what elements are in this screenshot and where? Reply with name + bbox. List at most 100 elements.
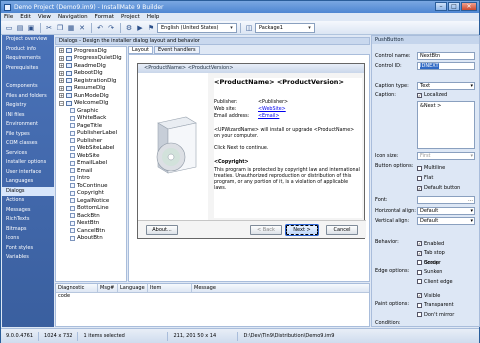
caption-type-select[interactable]: Text ▾ (417, 82, 475, 90)
cut-icon[interactable]: ✂ (44, 23, 54, 33)
menu-navigation[interactable]: Navigation (58, 14, 88, 20)
tab-event-handlers[interactable]: Event handlers (154, 46, 200, 54)
minimize-button[interactable]: – (435, 2, 447, 11)
nav-item-components[interactable]: Components (2, 82, 54, 92)
tree-item[interactable]: WebSiteLabel (56, 145, 126, 153)
nav-item-messages[interactable]: Messages (2, 206, 54, 216)
tree-item[interactable]: + ProgressDlg (56, 47, 126, 55)
enabled-checkbox[interactable]: ✓ Enabled (417, 239, 445, 249)
halign-select[interactable]: Default ▾ (417, 207, 475, 215)
package-select[interactable]: Package1 ▾ (255, 22, 315, 33)
tree-item[interactable]: + RegistrationDlg (56, 77, 126, 85)
close-button[interactable]: ✕ (461, 2, 477, 11)
control-name-input[interactable]: NextBtn (417, 52, 475, 60)
tree-item[interactable]: WebSite (56, 152, 126, 160)
valign-select[interactable]: Default ▾ (417, 217, 475, 225)
tree-item[interactable]: PublisherLabel (56, 130, 126, 138)
tree-item[interactable]: + ProgressQuietDlg (56, 55, 126, 63)
about-button[interactable]: About... (146, 225, 178, 235)
nav-item-richtexts[interactable]: RichTexts (2, 215, 54, 225)
tree-item[interactable]: BottomLine (56, 205, 126, 213)
nav-item-dialogs[interactable]: Dialogs (2, 186, 54, 196)
email-link[interactable]: <Email> (258, 114, 279, 119)
tree-item[interactable]: NextBtn (56, 220, 126, 228)
column-diagnostic-code[interactable]: Diagnostic code (56, 284, 98, 299)
copy-icon[interactable]: ❐ (55, 23, 65, 33)
expand-icon[interactable]: − (59, 100, 64, 106)
expand-icon[interactable]: + (59, 63, 64, 69)
transparent-checkbox[interactable]: Transparent (417, 301, 454, 311)
tab-layout[interactable]: Layout (128, 46, 153, 54)
tree-item[interactable]: + RunModeDlg (56, 92, 126, 100)
menu-help[interactable]: Help (147, 14, 160, 20)
delete-icon[interactable]: ✕ (77, 23, 87, 33)
undo-icon[interactable]: ↶ (95, 23, 105, 33)
nav-item-project-overview[interactable]: Project overview (2, 35, 54, 45)
border-checkbox[interactable]: Border (417, 258, 453, 268)
tree-item[interactable]: + RebootDlg (56, 70, 126, 78)
tree-item[interactable]: + ResumeDlg (56, 85, 126, 93)
nav-item-requirements[interactable]: Requirements (2, 54, 54, 64)
caption-textbox[interactable]: &Next > (417, 101, 475, 149)
open-icon[interactable]: ▤ (15, 23, 25, 33)
tree-item[interactable]: Graphic (56, 107, 126, 115)
tree-item[interactable]: − WelcomeDlg (56, 100, 126, 108)
nav-item-ini-files[interactable]: INI files (2, 111, 54, 121)
website-link[interactable]: <WebSite> (258, 107, 286, 112)
tree-item[interactable]: CancelBtn (56, 227, 126, 235)
save-icon[interactable]: ▣ (26, 23, 36, 33)
nav-item-product-info[interactable]: Product info (2, 45, 54, 55)
menu-edit[interactable]: Edit (20, 14, 31, 20)
new-icon[interactable]: ▭ (4, 23, 14, 33)
default-button-checkbox[interactable]: ✓ Default button (417, 183, 460, 193)
column-message[interactable]: Message (192, 284, 362, 292)
menu-project[interactable]: Project (121, 14, 140, 20)
tree-item[interactable]: ToContinue (56, 182, 126, 190)
visible-checkbox[interactable]: ✓ Visible (417, 291, 454, 301)
run-icon[interactable]: ▶ (135, 23, 145, 33)
font-select[interactable]: … (417, 196, 475, 204)
nav-item-icons[interactable]: Icons (2, 234, 54, 244)
nav-item-languages[interactable]: Languages (2, 177, 54, 187)
tree-item[interactable]: + ReadmeDlg (56, 62, 126, 70)
don-t-mirror-checkbox[interactable]: Don't mirror (417, 310, 454, 320)
tree-item[interactable]: Publisher (56, 137, 126, 145)
nav-item-variables[interactable]: Variables (2, 253, 54, 263)
tab-stop-checkbox[interactable]: ✓ Tab stop (417, 249, 445, 259)
redo-icon[interactable]: ↷ (106, 23, 116, 33)
tree-item[interactable]: WhiteBack (56, 115, 126, 123)
next-button[interactable]: Next > (285, 224, 319, 236)
language-select[interactable]: English (United States) ▾ (157, 22, 237, 33)
menu-file[interactable]: File (4, 14, 13, 20)
dialog-tree[interactable]: + ProgressDlg + ProgressQuietDlg + ReadmeDlg +… (55, 46, 127, 282)
expand-icon[interactable]: + (59, 70, 64, 76)
client-edge-checkbox[interactable]: Client edge (417, 277, 453, 287)
nav-item-com-classes[interactable]: COM classes (2, 139, 54, 149)
expand-icon[interactable]: + (59, 78, 64, 84)
nav-item-font-styles[interactable]: Font styles (2, 244, 54, 254)
sunken-checkbox[interactable]: Sunken (417, 268, 453, 278)
nav-item-bitmaps[interactable]: Bitmaps (2, 225, 54, 235)
column-msg-number[interactable]: Msg# (98, 284, 118, 292)
nav-item-actions[interactable]: Actions (2, 196, 54, 206)
tree-item[interactable]: PageTitle (56, 122, 126, 130)
maximize-button[interactable]: □ (448, 2, 460, 11)
expand-icon[interactable]: + (59, 85, 64, 91)
tree-item[interactable]: EmailLabel (56, 160, 126, 168)
flat-checkbox[interactable]: Flat (417, 173, 460, 183)
nav-item-registry[interactable]: Registry (2, 101, 54, 111)
back-button[interactable]: < Back (250, 225, 282, 235)
tree-item[interactable]: Email (56, 167, 126, 175)
build-icon[interactable]: ⚙ (124, 23, 134, 33)
column-language[interactable]: Language (118, 284, 148, 292)
nav-item-file-types[interactable]: File types (2, 130, 54, 140)
menu-format[interactable]: Format (95, 14, 114, 20)
control-id-input[interactable]: IDNEXT (417, 62, 475, 70)
multiline-checkbox[interactable]: Multiline (417, 163, 460, 173)
column-item[interactable]: Item (148, 284, 192, 292)
nav-item-environment[interactable]: Environment (2, 120, 54, 130)
tree-item[interactable]: Copyright (56, 190, 126, 198)
tree-item[interactable]: LegalNotice (56, 197, 126, 205)
paste-icon[interactable]: ▦ (66, 23, 76, 33)
expand-icon[interactable]: + (59, 55, 64, 61)
